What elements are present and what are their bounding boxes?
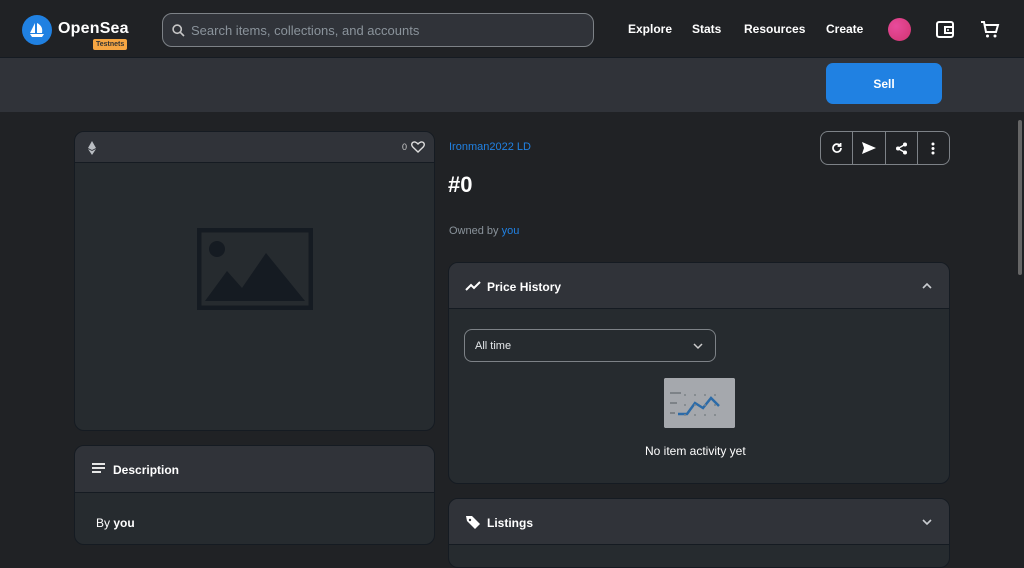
price-range-select[interactable]: All time [464, 329, 716, 362]
brand-name[interactable]: OpenSea [58, 20, 129, 38]
empty-chart-icon [664, 378, 735, 428]
asset-title: #0 [448, 172, 473, 197]
refresh-button[interactable] [821, 132, 854, 164]
favorite-count: 0 [401, 142, 407, 152]
page-scrollbar[interactable] [1016, 112, 1024, 530]
price-history-title: Price History [487, 280, 562, 294]
chevron-up-icon[interactable] [922, 281, 932, 291]
ethereum-icon [88, 141, 96, 155]
listings-panel: Listings [448, 498, 950, 568]
avatar[interactable] [888, 18, 911, 41]
search-input[interactable] [191, 22, 581, 38]
description-title: Description [113, 463, 180, 477]
listings-header[interactable]: Listings [449, 499, 949, 545]
more-options-button[interactable] [918, 132, 949, 164]
creator-prefix: By [96, 516, 111, 530]
collection-link[interactable]: Ironman2022 LD [449, 141, 531, 153]
asset-media-card: 0 [74, 131, 435, 431]
share-icon [895, 142, 907, 154]
search-icon [172, 23, 185, 37]
nav-explore[interactable]: Explore [628, 22, 672, 36]
top-navigation: OpenSea Testnets Explore Stats Resources… [0, 0, 1024, 58]
nav-stats[interactable]: Stats [692, 22, 721, 36]
share-button[interactable] [886, 132, 918, 164]
sell-button[interactable]: Sell [826, 63, 942, 104]
price-history-header[interactable]: Price History [449, 263, 949, 309]
creator-line: By you [96, 516, 135, 530]
transfer-button[interactable] [853, 132, 886, 164]
search-box[interactable] [162, 13, 594, 47]
owner-line: Owned by you [449, 225, 519, 237]
more-vertical-icon [931, 142, 935, 154]
price-range-value: All time [475, 340, 512, 352]
testnets-badge: Testnets [93, 39, 128, 50]
empty-activity-message: No item activity yet [645, 444, 746, 458]
wallet-icon[interactable] [934, 18, 956, 40]
heart-icon[interactable] [411, 140, 425, 154]
send-icon [861, 142, 876, 154]
nav-create[interactable]: Create [826, 22, 863, 36]
listings-title: Listings [487, 516, 534, 530]
description-card: Description By you [74, 445, 435, 545]
image-placeholder-icon [197, 228, 313, 310]
media-toolbar: 0 [75, 132, 434, 163]
refresh-icon [831, 143, 842, 153]
tag-icon [466, 516, 480, 529]
owner-prefix: Owned by [449, 225, 499, 237]
price-history-panel: Price History All time No item activity … [448, 262, 950, 484]
opensea-logo-icon[interactable] [22, 15, 52, 45]
creator-name[interactable]: you [113, 516, 134, 530]
scroll-thumb[interactable] [1018, 120, 1022, 275]
cart-icon[interactable] [979, 18, 1001, 40]
chevron-down-icon[interactable] [922, 517, 932, 527]
description-icon [92, 463, 105, 473]
owner-link[interactable]: you [502, 225, 520, 237]
trend-line-icon [465, 281, 481, 291]
description-header[interactable]: Description [75, 446, 434, 493]
nav-resources[interactable]: Resources [744, 22, 805, 36]
chevron-down-icon [693, 343, 703, 350]
asset-action-group [820, 131, 950, 165]
